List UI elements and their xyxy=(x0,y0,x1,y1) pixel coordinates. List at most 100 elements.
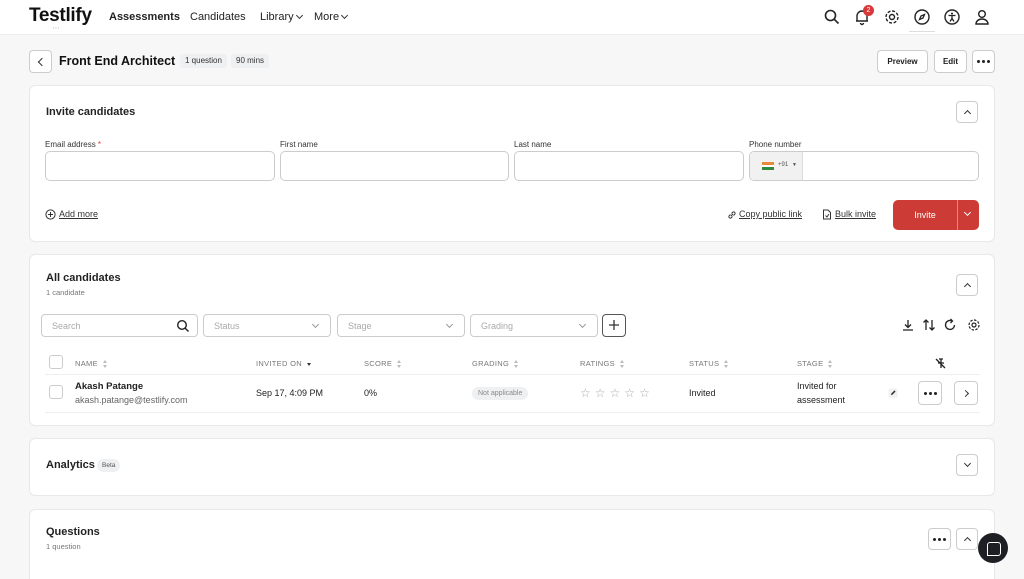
invite-button[interactable]: Invite xyxy=(893,200,979,230)
link-icon xyxy=(728,211,736,219)
stage-line-1: Invited for xyxy=(797,381,837,391)
copy-public-link[interactable]: Copy public link xyxy=(739,209,802,219)
collapse-invite-button[interactable] xyxy=(956,101,978,123)
open-candidate-button[interactable] xyxy=(954,381,978,405)
country-code-select[interactable]: +91 ▼ xyxy=(750,152,803,180)
candidate-count: 1 candidate xyxy=(46,288,85,297)
chat-support-button[interactable] xyxy=(978,533,1008,563)
edit-pencil-icon[interactable] xyxy=(888,388,898,398)
chevron-down-icon xyxy=(341,11,349,20)
notifications-button[interactable]: 2 xyxy=(853,5,874,26)
search-input[interactable] xyxy=(52,319,162,333)
back-button[interactable] xyxy=(29,50,52,73)
column-grading[interactable]: GRADING xyxy=(472,359,519,368)
preview-button[interactable]: Preview xyxy=(877,50,928,73)
more-options-button[interactable] xyxy=(972,50,995,73)
gear-icon[interactable] xyxy=(883,8,901,26)
last-name-field[interactable] xyxy=(514,151,744,181)
nav-assessments[interactable]: Assessments xyxy=(109,11,180,23)
star-icon[interactable]: ☆ xyxy=(639,387,650,399)
questions-count-chip: 1 question xyxy=(180,54,227,68)
column-invited-on[interactable]: INVITED ON xyxy=(256,359,312,368)
grading-filter[interactable]: Grading xyxy=(470,314,598,337)
email-label: Email address * xyxy=(45,140,101,149)
first-name-field[interactable] xyxy=(280,151,509,181)
chevron-down-icon xyxy=(311,320,320,329)
sort-desc-icon xyxy=(306,360,312,368)
column-invited-on-label: INVITED ON xyxy=(256,359,302,368)
nav-candidates[interactable]: Candidates xyxy=(190,11,246,23)
row-checkbox[interactable] xyxy=(49,385,63,399)
star-icon[interactable]: ☆ xyxy=(610,387,621,399)
chevron-down-icon xyxy=(578,320,587,329)
download-icon[interactable] xyxy=(901,318,915,332)
email-field[interactable] xyxy=(45,151,275,181)
bulk-invite-link[interactable]: Bulk invite xyxy=(835,209,876,219)
sort-icon xyxy=(513,360,519,368)
column-stage[interactable]: STAGE xyxy=(797,359,833,368)
table-header-divider xyxy=(45,374,980,375)
compass-icon[interactable] xyxy=(913,8,931,26)
star-icon[interactable]: ☆ xyxy=(580,387,591,399)
star-icon[interactable]: ☆ xyxy=(624,387,635,399)
add-more-link[interactable]: Add more xyxy=(59,209,98,219)
rating-stars[interactable]: ☆ ☆ ☆ ☆ ☆ xyxy=(580,387,650,399)
column-name[interactable]: NAME xyxy=(75,359,108,368)
column-grading-label: GRADING xyxy=(472,359,510,368)
column-ratings-label: RATINGS xyxy=(580,359,615,368)
add-filter-button[interactable] xyxy=(602,314,626,337)
select-all-checkbox[interactable] xyxy=(49,355,63,369)
status-value: Invited xyxy=(689,388,716,398)
star-icon[interactable]: ☆ xyxy=(595,387,606,399)
status-filter-label: Status xyxy=(214,321,240,331)
chevron-down-icon[interactable] xyxy=(963,208,972,217)
stage-filter-label: Stage xyxy=(348,321,372,331)
questions-count: 1 question xyxy=(46,542,81,551)
column-status[interactable]: STATUS xyxy=(689,359,729,368)
candidates-card-title: All candidates xyxy=(46,272,121,284)
nav-library[interactable]: Library xyxy=(260,11,303,23)
notification-count-badge: 2 xyxy=(863,5,874,16)
status-filter[interactable]: Status xyxy=(203,314,331,337)
expand-analytics-button[interactable] xyxy=(956,454,978,476)
logo-text: Testlify xyxy=(29,5,92,26)
sort-icon[interactable] xyxy=(922,318,936,332)
caret-down-icon: ▼ xyxy=(792,162,797,168)
column-name-label: NAME xyxy=(75,359,98,368)
questions-card: Questions 1 question xyxy=(29,509,995,579)
search-box xyxy=(41,314,198,337)
search-icon[interactable] xyxy=(823,8,841,26)
accessibility-icon[interactable] xyxy=(943,8,961,26)
candidate-name[interactable]: Akash Patange xyxy=(75,381,143,392)
sort-icon xyxy=(619,360,625,368)
top-navbar: Testlify ▪▪▪ Assessments Candidates Libra… xyxy=(0,0,1024,35)
nav-more[interactable]: More xyxy=(314,11,349,23)
chevron-down-icon xyxy=(295,11,303,20)
stage-filter[interactable]: Stage xyxy=(337,314,465,337)
column-score[interactable]: SCORE xyxy=(364,359,402,368)
beta-badge: Beta xyxy=(97,459,121,472)
more-dots-icon xyxy=(929,529,950,549)
logo[interactable]: Testlify ▪▪▪ xyxy=(29,5,92,30)
sort-icon xyxy=(396,360,402,368)
edit-button[interactable]: Edit xyxy=(934,50,967,73)
score-value: 0% xyxy=(364,388,378,398)
settings-gear-icon[interactable] xyxy=(967,318,981,332)
user-icon[interactable] xyxy=(973,8,991,26)
grading-filter-label: Grading xyxy=(481,321,514,331)
column-ratings[interactable]: RATINGS xyxy=(580,359,625,368)
row-more-button[interactable] xyxy=(918,381,942,405)
collapse-candidates-button[interactable] xyxy=(956,274,978,296)
chevron-down-icon xyxy=(445,320,454,329)
required-asterisk: * xyxy=(97,140,102,149)
chevron-up-icon xyxy=(963,282,972,291)
phone-field[interactable]: +91 ▼ xyxy=(749,151,979,181)
refresh-icon[interactable] xyxy=(943,318,957,332)
questions-more-button[interactable] xyxy=(928,528,951,550)
phone-label: Phone number xyxy=(749,140,802,149)
search-icon[interactable] xyxy=(176,319,190,333)
plus-circle-icon[interactable] xyxy=(45,209,56,220)
unpin-columns-icon[interactable] xyxy=(934,357,947,370)
collapse-questions-button[interactable] xyxy=(956,528,978,550)
plus-icon xyxy=(609,320,619,330)
